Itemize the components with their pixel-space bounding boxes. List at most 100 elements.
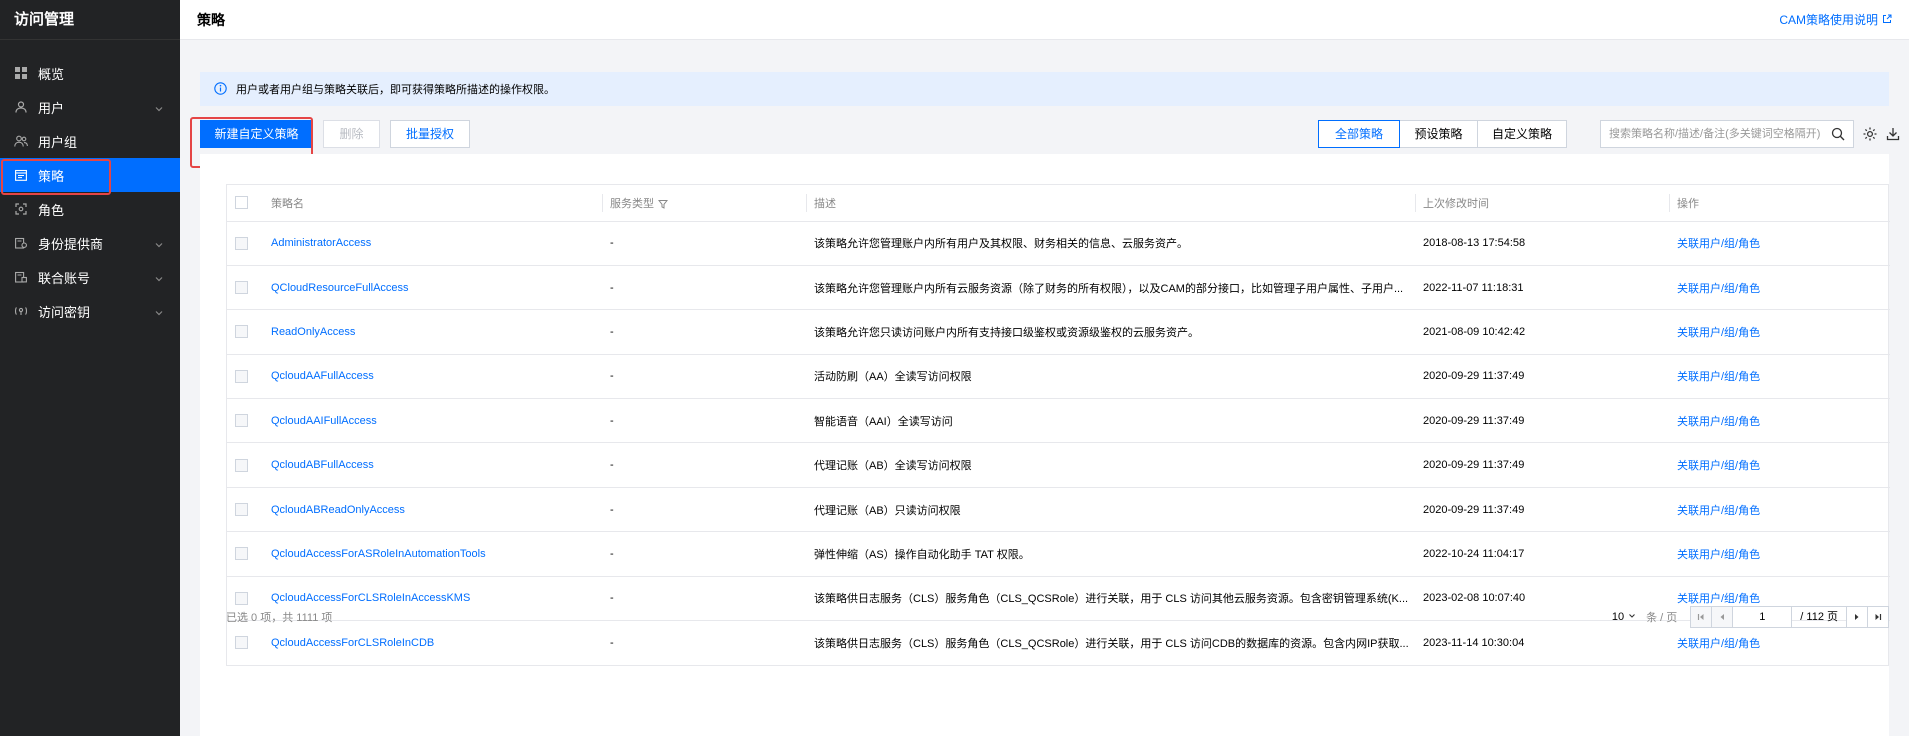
- access-key-icon: [14, 304, 28, 318]
- row-checkbox-cell: [227, 265, 263, 311]
- row-checkbox[interactable]: [235, 369, 248, 383]
- row-checkbox[interactable]: [235, 458, 248, 472]
- create-custom-policy-button[interactable]: 新建自定义策略: [200, 120, 313, 148]
- download-icon[interactable]: [1886, 126, 1902, 142]
- action-cell: 关联用户/组/角色: [1669, 221, 1890, 266]
- page-size-unit: 条 / 页: [1646, 612, 1678, 624]
- policy-name-link[interactable]: QcloudAAIFullAccess: [271, 415, 377, 427]
- search-icon[interactable]: [1831, 127, 1845, 141]
- page-size-select[interactable]: 10: [1612, 611, 1636, 623]
- policy-table: 策略名 服务类型 描述 上次修改时间 操作 AdministratorAcces…: [226, 184, 1890, 666]
- main-area: 策略 CAM策略使用说明 用户或者用户组与策略关联后，即可获得策略所描述的操作权…: [180, 0, 1909, 736]
- policy-name-cell: QcloudAccessForASRoleInAutomationTools: [263, 531, 602, 577]
- batch-authorize-button[interactable]: 批量授权: [390, 120, 470, 148]
- policy-name-link[interactable]: QcloudAAFullAccess: [271, 370, 374, 382]
- associate-button[interactable]: 关联用户/组/角色: [1677, 371, 1760, 383]
- action-cell: 关联用户/组/角色: [1669, 354, 1890, 400]
- content: 用户或者用户组与策略关联后，即可获得策略所描述的操作权限。 新建自定义策略 删除…: [190, 72, 1900, 168]
- filter-icon[interactable]: [657, 199, 669, 209]
- doc-link[interactable]: CAM策略使用说明: [1779, 11, 1892, 28]
- sidebar-item-identity-providers[interactable]: 身份提供商: [0, 226, 180, 260]
- associate-button[interactable]: 关联用户/组/角色: [1677, 238, 1760, 250]
- row-checkbox[interactable]: [235, 281, 248, 295]
- policy-name-link[interactable]: AdministratorAccess: [271, 237, 371, 249]
- gear-icon[interactable]: [1862, 126, 1878, 142]
- sidebar-item-label: 用户: [38, 100, 65, 116]
- policy-name-link[interactable]: ReadOnlyAccess: [271, 326, 355, 338]
- total-pages: / 112 页: [1792, 606, 1847, 628]
- table-header-row: 策略名 服务类型 描述 上次修改时间 操作: [227, 185, 1890, 222]
- search-input[interactable]: [1601, 121, 1831, 147]
- row-checkbox-cell: [227, 221, 263, 266]
- sidebar-item-users[interactable]: 用户: [0, 90, 180, 124]
- page-number-input[interactable]: [1732, 606, 1793, 628]
- sidebar-item-access-keys[interactable]: 访问密钥: [0, 294, 180, 328]
- table-row: QcloudAAIFullAccess - 智能语音（AAI）全读写访问 2020-0…: [227, 398, 1890, 444]
- first-page-button[interactable]: [1690, 606, 1713, 628]
- action-cell: 关联用户/组/角色: [1669, 442, 1890, 488]
- pagination: 10 条 / 页 / 112 页: [1612, 606, 1889, 628]
- action-cell: 关联用户/组/角色: [1669, 487, 1890, 533]
- sidebar-item-user-groups[interactable]: 用户组: [0, 124, 180, 158]
- policy-name-cell: QcloudAAIFullAccess: [263, 398, 602, 444]
- table-row: QcloudAccessForASRoleInAutomationTools - 弹…: [227, 531, 1890, 577]
- description-cell: 智能语音（AAI）全读写访问: [806, 398, 1415, 444]
- policy-name-cell: QcloudAAFullAccess: [263, 354, 602, 400]
- policy-name-link[interactable]: QcloudABFullAccess: [271, 459, 374, 471]
- last-modified-cell: 2020-09-29 11:37:49: [1415, 487, 1669, 533]
- associate-button[interactable]: 关联用户/组/角色: [1677, 327, 1760, 339]
- identity-provider-icon: [14, 236, 28, 250]
- col-description: 描述: [806, 185, 1415, 222]
- table-panel: 策略名 服务类型 描述 上次修改时间 操作 AdministratorAcces…: [200, 154, 1890, 736]
- row-checkbox[interactable]: [235, 503, 248, 517]
- row-checkbox[interactable]: [235, 547, 248, 561]
- tab-custom-policies[interactable]: 自定义策略: [1477, 120, 1567, 148]
- associate-button[interactable]: 关联用户/组/角色: [1677, 549, 1760, 561]
- policy-name-link[interactable]: QcloudAccessForCLSRoleInCDB: [271, 637, 434, 649]
- policy-name-link[interactable]: QcloudABReadOnlyAccess: [271, 504, 405, 516]
- next-page-button[interactable]: [1846, 606, 1868, 628]
- chevron-down-icon: [1628, 611, 1636, 623]
- table-row: QCloudResourceFullAccess - 该策略允许您管理账户内所有云服…: [227, 265, 1890, 311]
- role-icon: [14, 202, 28, 216]
- table-footer: 已选 0 项，共 1111 项 10 条 / 页 / 112 页: [226, 602, 1889, 632]
- sidebar-item-policies[interactable]: 策略: [0, 158, 180, 192]
- sidebar-nav: 概览 用户 用户组 策略 角色 身份提供商 联合账号 访问密钥: [0, 40, 180, 328]
- prev-page-button[interactable]: [1711, 606, 1734, 628]
- last-page-button[interactable]: [1867, 606, 1889, 628]
- delete-button[interactable]: 删除: [323, 120, 380, 148]
- user-icon: [14, 100, 28, 114]
- select-all-checkbox[interactable]: [235, 196, 248, 210]
- sidebar-item-overview[interactable]: 概览: [0, 56, 180, 90]
- sidebar: 访问管理 概览 用户 用户组 策略 角色 身份提供商 联合账号 访问密钥: [0, 0, 180, 736]
- tab-preset-policies[interactable]: 预设策略: [1399, 120, 1478, 148]
- row-checkbox[interactable]: [235, 414, 248, 428]
- associate-button[interactable]: 关联用户/组/角色: [1677, 505, 1760, 517]
- description-cell: 该策略允许您只读访问账户内所有支持接口级鉴权或资源级鉴权的云服务资产。: [806, 309, 1415, 355]
- table-row: ReadOnlyAccess - 该策略允许您只读访问账户内所有支持接口级鉴权或资源…: [227, 309, 1890, 355]
- associate-button[interactable]: 关联用户/组/角色: [1677, 283, 1760, 295]
- service-type-cell: -: [602, 531, 806, 577]
- col-policy-name: 策略名: [263, 185, 602, 222]
- associate-button[interactable]: 关联用户/组/角色: [1677, 416, 1760, 428]
- last-modified-cell: 2020-09-29 11:37:49: [1415, 398, 1669, 444]
- service-type-cell: -: [602, 309, 806, 355]
- action-cell: 关联用户/组/角色: [1669, 398, 1890, 444]
- tab-all-policies[interactable]: 全部策略: [1318, 120, 1400, 148]
- info-bar: 用户或者用户组与策略关联后，即可获得策略所描述的操作权限。: [200, 72, 1889, 106]
- associate-button[interactable]: 关联用户/组/角色: [1677, 638, 1760, 650]
- sidebar-item-federated-accounts[interactable]: 联合账号: [0, 260, 180, 294]
- policy-name-cell: QcloudABFullAccess: [263, 442, 602, 488]
- policy-name-link[interactable]: QcloudAccessForASRoleInAutomationTools: [271, 548, 486, 560]
- description-cell: 代理记账（AB）只读访问权限: [806, 487, 1415, 533]
- last-modified-cell: 2022-11-07 11:18:31: [1415, 265, 1669, 311]
- row-checkbox[interactable]: [235, 236, 248, 250]
- sidebar-title: 访问管理: [0, 0, 180, 40]
- policy-name-link[interactable]: QCloudResourceFullAccess: [271, 282, 409, 294]
- associate-button[interactable]: 关联用户/组/角色: [1677, 460, 1760, 472]
- sidebar-item-roles[interactable]: 角色: [0, 192, 180, 226]
- doc-link-label: CAM策略使用说明: [1779, 13, 1878, 27]
- row-checkbox[interactable]: [235, 325, 248, 339]
- chevron-down-icon: [154, 102, 164, 112]
- row-checkbox[interactable]: [235, 636, 248, 650]
